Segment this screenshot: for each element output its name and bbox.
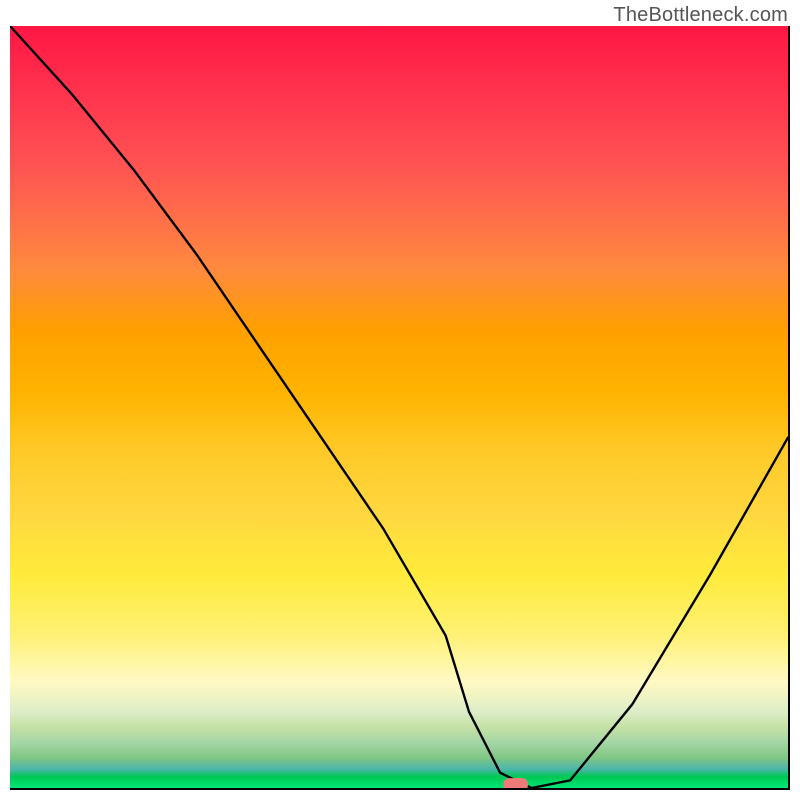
attribution-text: TheBottleneck.com: [613, 4, 788, 27]
gradient-background: [10, 26, 788, 788]
chart-container: TheBottleneck.com: [0, 0, 800, 800]
plot-area: [10, 26, 790, 790]
